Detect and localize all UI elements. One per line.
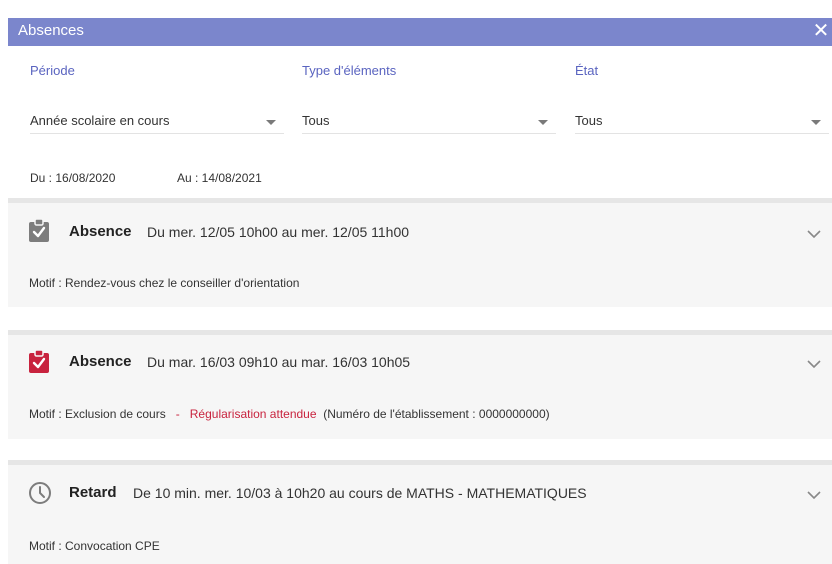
close-icon[interactable]: ✕ (810, 20, 832, 44)
entry-motif-line: Motif : Exclusion de cours - Régularisat… (29, 407, 550, 421)
date-end: Au : 14/08/2021 (177, 171, 262, 185)
clipboard-check-icon (29, 350, 49, 373)
chevron-down-icon (538, 120, 548, 125)
clipboard-check-icon (29, 219, 49, 242)
periode-label: Période (30, 63, 75, 78)
filters-panel: Période Type d'éléments État Année scola… (8, 46, 832, 198)
entry-motif: Motif : Rendez-vous chez le conseiller d… (29, 276, 300, 290)
chevron-down-icon (266, 120, 276, 125)
absences-dialog: Absences ✕ Période Type d'éléments État … (8, 18, 832, 564)
etat-label: État (575, 63, 599, 78)
periode-select[interactable]: Année scolaire en cours (30, 110, 284, 134)
entry-range: De 10 min. mer. 10/03 à 10h20 au cours d… (133, 485, 587, 501)
chevron-down-icon[interactable] (806, 358, 822, 370)
chevron-down-icon[interactable] (806, 228, 822, 240)
dialog-title: Absences (18, 22, 84, 39)
card-gap (8, 439, 832, 460)
entry-kind: Absence (69, 353, 132, 370)
clock-icon (29, 482, 51, 504)
dialog-titlebar: Absences ✕ (8, 18, 832, 46)
entry-range: Du mer. 12/05 10h00 au mer. 12/05 11h00 (147, 224, 410, 240)
entry-motif: Motif : Convocation CPE (29, 539, 160, 553)
absence-card[interactable]: Absence Du mar. 16/03 09h10 au mar. 16/0… (8, 335, 832, 439)
type-label: Type d'éléments (302, 63, 397, 78)
entry-kind: Retard (69, 484, 117, 501)
entry-motif: Motif : Exclusion de cours (29, 407, 166, 421)
etat-select-value: Tous (575, 113, 603, 128)
entry-range: Du mar. 16/03 09h10 au mar. 16/03 10h05 (147, 354, 411, 370)
motif-dash: - (175, 407, 180, 421)
etat-select[interactable]: Tous (575, 110, 829, 134)
card-gap (8, 307, 832, 330)
status-badge: Régularisation attendue (189, 407, 317, 421)
absence-card[interactable]: Absence Du mer. 12/05 10h00 au mer. 12/0… (8, 203, 832, 307)
type-select-value: Tous (302, 113, 330, 128)
periode-select-value: Année scolaire en cours (30, 113, 170, 128)
establishment-number: (Numéro de l'établissement : 0000000000) (323, 407, 550, 421)
chevron-down-icon[interactable] (806, 489, 822, 501)
type-select[interactable]: Tous (302, 110, 556, 134)
entry-kind: Absence (69, 223, 132, 240)
date-start: Du : 16/08/2020 (30, 171, 116, 185)
chevron-down-icon (811, 120, 821, 125)
retard-card[interactable]: Retard De 10 min. mer. 10/03 à 10h20 au … (8, 465, 832, 564)
